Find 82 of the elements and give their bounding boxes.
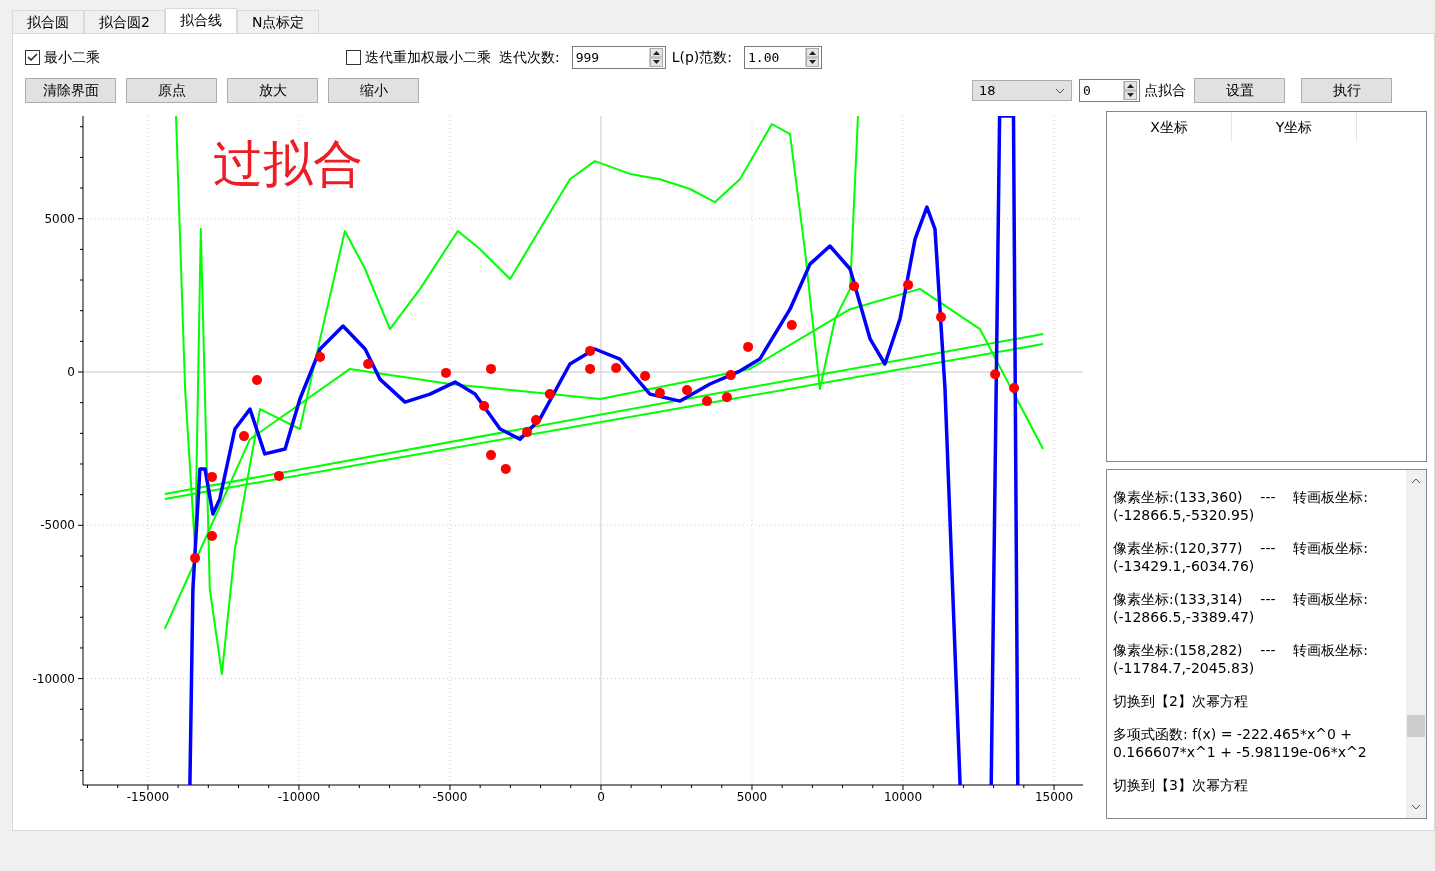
data-point <box>522 427 532 438</box>
column-header[interactable]: Y坐标 <box>1232 112 1357 142</box>
data-point <box>786 320 797 331</box>
tick-label: 15000 <box>1034 790 1074 804</box>
data-point <box>936 312 946 323</box>
spin-arrows[interactable] <box>648 47 664 67</box>
data-point <box>544 389 555 400</box>
data-point <box>486 363 496 374</box>
log-entry: 像素坐标:(133,360) --- 转画板坐标:(-12866.5,-5320.95) <box>1113 488 1369 524</box>
checkbox[interactable] <box>25 49 40 65</box>
toolbar-button[interactable]: 放大 <box>227 78 318 103</box>
data-point <box>441 367 451 378</box>
data-point <box>990 369 1001 380</box>
data-point <box>702 396 712 407</box>
tick-label: 5000 <box>736 790 768 804</box>
data-point <box>315 352 326 362</box>
checkbox[interactable] <box>346 49 361 65</box>
tick-label: -5000 <box>40 518 75 533</box>
action-button[interactable]: 执行 <box>1301 78 1392 103</box>
scrollbar[interactable] <box>1406 470 1426 818</box>
spin-box[interactable]: 999 <box>571 45 666 69</box>
data-point <box>654 387 665 398</box>
spin-box[interactable]: 1.00 <box>744 45 823 69</box>
tab[interactable]: N点标定 <box>236 10 320 33</box>
checkbox-label: 迭代重加权最小二乘 <box>365 47 491 67</box>
toolbar-button[interactable]: 缩小 <box>328 78 419 103</box>
data-point <box>903 279 914 290</box>
spin-box[interactable]: 0 <box>1079 79 1140 102</box>
data-point <box>363 359 374 369</box>
data-point <box>743 341 754 352</box>
data-point <box>849 281 860 292</box>
tick-label: 0 <box>597 790 605 804</box>
toolbar-button[interactable]: 清除界面 <box>25 78 116 103</box>
tick-label: 10000 <box>883 790 923 804</box>
degree-dropdown[interactable]: 18 <box>972 80 1072 101</box>
column-header[interactable]: X坐标 <box>1107 112 1232 142</box>
log-entry: 像素坐标:(158,282) --- 转画板坐标:(-11784.7,-2045.83) <box>1113 641 1369 677</box>
data-point <box>1009 383 1020 393</box>
data-point <box>531 415 541 426</box>
tick-label: -10000 <box>277 790 321 804</box>
field-label: 点拟合 <box>1144 81 1186 100</box>
data-point <box>640 371 651 381</box>
data-point <box>239 431 249 442</box>
checkbox-label: 最小二乘 <box>44 47 100 67</box>
data-point <box>682 385 692 396</box>
log-entry: 多项式函数: f(x) = -222.465*x^0 + 0.166607*x^1 + -5.98119e-06*x^2 <box>1113 725 1368 761</box>
tick-label: -15000 <box>126 790 170 804</box>
tab[interactable]: 拟合线 <box>164 8 237 33</box>
scroll-thumb[interactable] <box>1407 715 1425 737</box>
field-label: 迭代次数: <box>499 47 560 67</box>
data-point <box>585 363 596 374</box>
tab[interactable]: 拟合圆 <box>12 10 84 33</box>
tick-label: 0 <box>67 365 75 379</box>
log-entry: 切换到【3】次幂方程 <box>1113 776 1249 794</box>
scroll-down-icon[interactable] <box>1411 804 1421 810</box>
toolbar-button[interactable]: 原点 <box>126 78 217 103</box>
data-point <box>500 463 511 474</box>
data-point <box>611 363 622 373</box>
tick-label: 5000 <box>44 211 75 226</box>
data-point <box>479 401 490 411</box>
tab[interactable]: 拟合圆2 <box>84 10 165 33</box>
data-point <box>207 471 217 482</box>
data-point <box>725 370 736 381</box>
tick-label: -5000 <box>432 790 468 804</box>
data-point <box>486 450 496 461</box>
data-point <box>274 470 284 481</box>
data-point <box>190 553 201 564</box>
log-entry: 像素坐标:(120,377) --- 转画板坐标:(-13429.1,-6034.76) <box>1113 539 1369 575</box>
field-label: L(p)范数: <box>671 47 733 67</box>
spin-arrows[interactable] <box>805 47 821 67</box>
data-point <box>585 345 596 356</box>
log-entry: 像素坐标:(133,314) --- 转画板坐标:(-12866.5,-3389.47) <box>1113 590 1369 626</box>
scroll-up-icon[interactable] <box>1411 478 1421 484</box>
tick-label: -10000 <box>32 671 75 686</box>
data-point <box>721 392 732 403</box>
log-entry: 切换到【2】次幂方程 <box>1113 692 1249 710</box>
action-button[interactable]: 设置 <box>1194 78 1285 103</box>
chevron-down-icon <box>1055 87 1065 94</box>
chart-annotation: 过拟合 <box>213 135 363 193</box>
data-point <box>252 375 262 385</box>
spin-arrows[interactable] <box>1123 81 1138 100</box>
data-point <box>207 531 217 541</box>
